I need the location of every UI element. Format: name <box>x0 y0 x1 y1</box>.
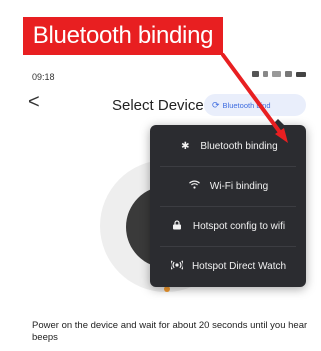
lock-icon-svg <box>173 219 182 229</box>
status-time: 09:18 <box>32 72 55 82</box>
hotspot-icon-svg <box>169 259 184 270</box>
vibrate-icon <box>263 71 268 77</box>
wifi-status-icon <box>285 71 292 77</box>
menu-item-label: Hotspot Direct Watch <box>191 260 287 272</box>
signal-icon <box>272 71 281 77</box>
bluetooth-bind-label: Bluetooth bind <box>222 101 271 110</box>
wifi-icon <box>188 180 202 192</box>
bluetooth-icon: ✱ <box>181 140 190 152</box>
bluetooth-bind-button[interactable]: ⟳ Bluetooth bind <box>204 94 306 116</box>
hotspot-config-icon <box>171 219 185 233</box>
back-button[interactable]: < <box>28 92 40 112</box>
annotation-callout: Bluetooth binding <box>23 17 223 55</box>
menu-item-label: Wi-Fi binding <box>209 180 269 192</box>
refresh-icon: ⟳ <box>212 100 220 110</box>
notification-icon <box>252 71 259 77</box>
menu-item-label: Bluetooth binding <box>200 140 278 152</box>
page-title: Select Device <box>112 97 204 114</box>
wifi-icon-svg <box>189 180 201 189</box>
hotspot-direct-icon <box>169 259 184 273</box>
instruction-text: Power on the device and wait for about 2… <box>32 320 308 343</box>
status-icons <box>252 71 306 77</box>
menu-item-label: Hotspot config to wifi <box>192 220 286 232</box>
menu-item-hotspot-config[interactable]: Hotspot config to wifi <box>150 206 306 246</box>
menu-item-hotspot-direct[interactable]: Hotspot Direct Watch <box>150 246 306 286</box>
menu-item-bluetooth-binding[interactable]: ✱ Bluetooth binding <box>150 126 306 166</box>
binding-options-menu: ✱ Bluetooth binding Wi-Fi binding Hotspo… <box>150 119 306 287</box>
chevron-left-icon: < <box>28 91 40 113</box>
battery-icon <box>296 71 306 77</box>
app-screen: 09:18 < Select Device ⟳ Bluetooth bind ✱ … <box>0 0 321 351</box>
menu-item-wifi-binding[interactable]: Wi-Fi binding <box>150 166 306 206</box>
